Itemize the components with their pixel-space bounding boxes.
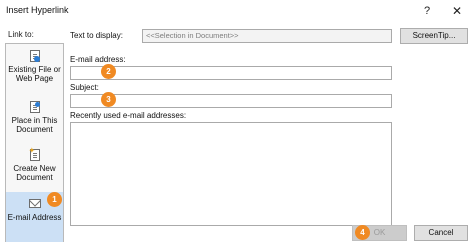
step-badge-3: 3 xyxy=(101,92,116,107)
window-title: Insert Hyperlink xyxy=(6,5,69,15)
title-bar: Insert Hyperlink ? ✕ xyxy=(0,0,474,22)
subject-field[interactable] xyxy=(70,94,392,108)
link-to-email-address-label: E-mail Address xyxy=(7,213,62,222)
link-to-place-in-document[interactable]: Place in This Document xyxy=(6,101,63,141)
link-to-label: Link to: xyxy=(8,30,34,39)
cancel-button[interactable]: Cancel xyxy=(414,225,468,241)
email-address-label: E-mail address: xyxy=(70,55,126,64)
link-to-existing-file[interactable]: Existing File or Web Page xyxy=(6,50,63,90)
existing-file-icon xyxy=(29,50,41,63)
recent-email-label: Recently used e-mail addresses: xyxy=(70,111,187,120)
text-to-display-label: Text to display: xyxy=(70,31,123,40)
link-to-place-in-document-label: Place in This Document xyxy=(11,116,58,134)
link-to-create-new-document[interactable]: ✦ Create New Document xyxy=(6,147,63,189)
step-badge-2: 2 xyxy=(101,64,116,79)
create-new-document-icon: ✦ xyxy=(29,147,41,162)
subject-label: Subject: xyxy=(70,83,99,92)
help-button[interactable]: ? xyxy=(418,2,436,20)
email-address-field[interactable] xyxy=(70,66,392,80)
link-to-pane: Existing File or Web Page Place in This … xyxy=(5,43,64,242)
screentip-button[interactable]: ScreenTip... xyxy=(400,28,468,44)
close-button[interactable]: ✕ xyxy=(448,2,466,20)
email-address-icon xyxy=(28,198,41,211)
link-to-create-new-document-label: Create New Document xyxy=(13,164,56,182)
step-badge-1: 1 xyxy=(47,192,62,207)
place-in-document-icon xyxy=(29,101,41,114)
step-badge-4: 4 xyxy=(355,225,370,240)
link-to-existing-file-label: Existing File or Web Page xyxy=(8,65,61,83)
recent-email-list[interactable] xyxy=(70,122,392,226)
text-to-display-field[interactable]: <<Selection in Document>> xyxy=(142,29,392,43)
